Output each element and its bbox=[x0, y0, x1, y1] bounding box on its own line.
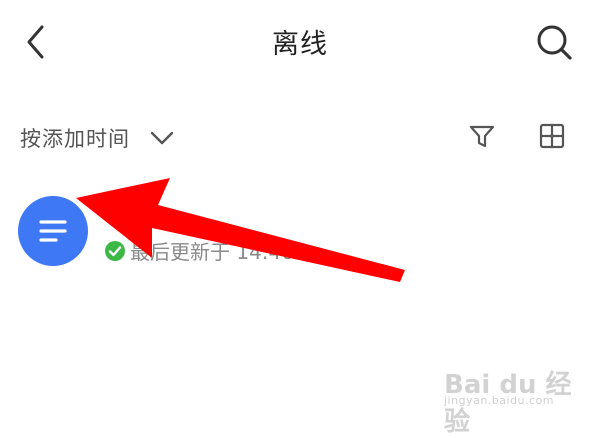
sort-dropdown[interactable]: 按添加时间 bbox=[18, 118, 180, 156]
watermark-url: jingyan.baidu.com bbox=[444, 394, 555, 407]
file-meta: 最后更新于 14:46 bbox=[104, 236, 294, 265]
chevron-down-icon bbox=[150, 131, 174, 145]
page-title: 离线 bbox=[272, 29, 328, 60]
filter-icon bbox=[469, 125, 495, 148]
list-item[interactable] bbox=[0, 180, 600, 290]
grid-view-button[interactable] bbox=[534, 118, 570, 154]
document-lines-icon bbox=[39, 220, 67, 242]
check-circle-icon bbox=[105, 240, 125, 261]
file-meta-text: 最后更新于 14:46 bbox=[130, 240, 294, 264]
watermark: Bai du 经验 jingyan.baidu.com bbox=[444, 356, 574, 437]
search-icon bbox=[537, 25, 572, 60]
search-button[interactable] bbox=[530, 20, 578, 64]
grid-view-icon bbox=[539, 123, 565, 149]
sort-label: 按添加时间 bbox=[20, 127, 130, 151]
file-icon bbox=[18, 196, 88, 266]
filter-button[interactable] bbox=[464, 118, 500, 154]
